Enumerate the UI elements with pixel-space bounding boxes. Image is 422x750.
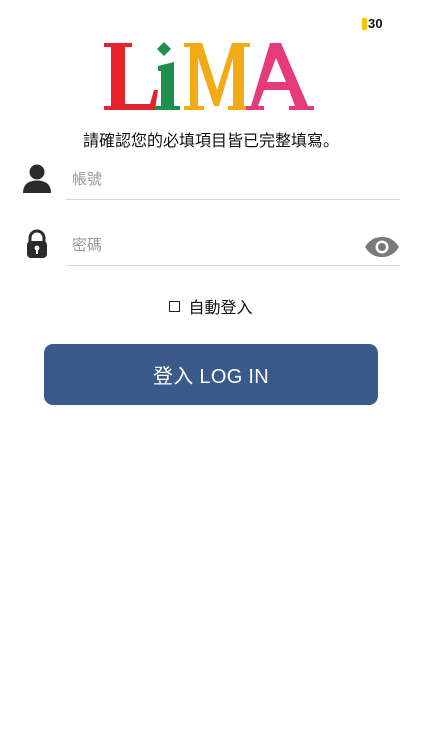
status-number: 30	[368, 16, 383, 31]
auto-login-row: 自動登入	[0, 294, 422, 318]
lock-icon	[21, 228, 53, 260]
auto-login-label[interactable]: 自動登入	[188, 294, 252, 318]
password-field-row	[18, 224, 402, 268]
username-field-row	[18, 158, 402, 202]
auto-login-checkbox[interactable]	[169, 300, 181, 312]
password-input[interactable]	[66, 224, 400, 266]
login-button[interactable]: 登入 LOG IN	[44, 344, 378, 405]
lima-logo	[98, 38, 328, 116]
battery-icon	[362, 17, 367, 30]
required-fields-notice: 請確認您的必填項目皆已完整填寫。	[82, 131, 339, 150]
status-indicator: 30	[362, 16, 383, 31]
username-input[interactable]	[66, 158, 400, 200]
eye-icon[interactable]	[364, 236, 400, 258]
person-icon	[21, 162, 53, 194]
